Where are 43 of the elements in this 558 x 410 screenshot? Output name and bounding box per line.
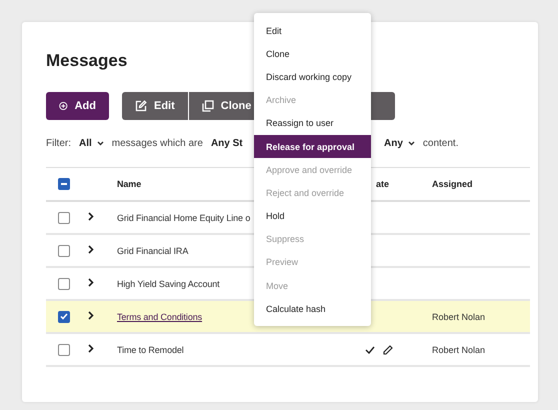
menu-item[interactable]: Hold <box>254 204 371 228</box>
message-name: Time to Remodel <box>117 344 184 354</box>
menu-item[interactable]: Calculate hash <box>254 297 371 320</box>
content-dropdown[interactable]: Any <box>384 138 415 149</box>
filter-text: messages which are <box>112 138 203 149</box>
column-header: ate <box>376 179 390 189</box>
filter-label: Filter: <box>46 138 71 149</box>
assignee: Robert Nolan <box>432 312 486 322</box>
row-checkbox[interactable] <box>58 344 70 356</box>
caret-icon <box>96 141 104 146</box>
expand-icon[interactable] <box>88 245 94 254</box>
pencil-icon[interactable] <box>383 344 393 354</box>
menu-item[interactable]: Edit <box>254 19 371 42</box>
edit-icon <box>135 100 147 112</box>
table-row[interactable]: Time to Remodel Robert Nolan <box>46 333 530 366</box>
select-all-checkbox[interactable] <box>58 178 70 190</box>
scope-dropdown[interactable]: All <box>79 138 104 149</box>
menu-item[interactable]: Release for approval <box>254 134 371 158</box>
filter-text: content. <box>422 138 458 149</box>
add-button[interactable]: Add <box>46 92 109 120</box>
message-name: High Yield Saving Account <box>117 278 220 288</box>
row-checkbox[interactable] <box>58 310 70 322</box>
page-title: Messages <box>46 50 128 72</box>
column-header: Name <box>117 179 142 189</box>
expand-icon[interactable] <box>88 344 94 353</box>
menu-item[interactable]: Clone <box>254 42 371 66</box>
message-name: Grid Financial Home Equity Line o <box>117 212 250 222</box>
column-header: Assigned <box>432 179 473 189</box>
expand-icon[interactable] <box>88 311 94 320</box>
row-checkbox[interactable] <box>58 278 70 290</box>
row-checkbox[interactable] <box>58 212 70 224</box>
message-link[interactable]: Terms and Conditions <box>117 312 202 322</box>
row-checkbox[interactable] <box>58 244 70 256</box>
message-name: Grid Financial IRA <box>117 246 188 256</box>
assignee: Robert Nolan <box>432 344 486 354</box>
edit-button[interactable]: Edit <box>122 92 188 120</box>
expand-icon[interactable] <box>88 212 94 221</box>
menu-item[interactable]: Discard working copy <box>254 65 371 89</box>
copy-icon <box>202 100 214 112</box>
plus-circle-icon <box>59 100 68 112</box>
expand-icon[interactable] <box>88 278 94 287</box>
state-dropdown[interactable]: Any St <box>210 138 243 149</box>
caret-icon <box>408 141 415 146</box>
